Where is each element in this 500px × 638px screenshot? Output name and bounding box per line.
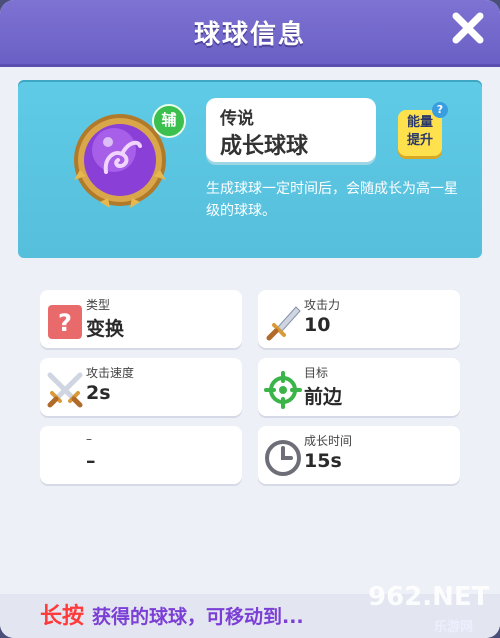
panel-header: 球球信息 xyxy=(0,0,500,67)
ball-description: 生成球球一定时间后，会随成长为高一星级的球球。 xyxy=(206,181,458,219)
stat-card-target: 目标 前边 xyxy=(258,358,460,416)
ball-info-panel: 球球信息 辅 传说 成长球球 能量 提升 ? 生成球球一定时间后，会随成长为高一… xyxy=(0,0,500,638)
stat-card-growth-time: 成长时间 15s xyxy=(258,426,460,484)
stat-value: 前边 xyxy=(304,386,343,408)
stat-card-attack: 攻击力 10 xyxy=(258,290,460,348)
question-mark-icon: ? xyxy=(46,303,84,341)
clock-icon xyxy=(264,439,302,477)
stat-value: 2s xyxy=(86,382,111,404)
ball-name: 成长球球 xyxy=(220,134,309,159)
crossed-swords-icon xyxy=(46,371,84,409)
stat-value: – xyxy=(86,450,96,472)
stat-label: 攻击力 xyxy=(304,298,341,312)
close-button[interactable] xyxy=(448,8,488,48)
ball-name-box: 传说 成长球球 xyxy=(206,98,376,162)
help-icon[interactable]: ? xyxy=(432,102,448,118)
target-icon xyxy=(264,371,302,409)
close-icon xyxy=(452,12,484,44)
stat-value: 10 xyxy=(304,314,331,336)
stat-label: 类型 xyxy=(86,298,111,312)
support-badge: 辅 xyxy=(152,104,186,138)
stat-value: 变换 xyxy=(86,318,125,340)
hint-text: 获得的球球，可移动到... xyxy=(92,606,304,628)
stat-card-attack-speed: 攻击速度 2s xyxy=(40,358,242,416)
stat-label: 攻击速度 xyxy=(86,366,135,380)
ball-info-card: 辅 传说 成长球球 能量 提升 ? 生成球球一定时间后，会随成长为高一星级的球球… xyxy=(18,80,482,258)
stat-value: 15s xyxy=(304,450,342,472)
watermark-site: 乐游网 xyxy=(434,620,474,635)
stat-label: – xyxy=(86,432,92,446)
sword-icon xyxy=(264,303,302,341)
energy-boost-label-2: 提升 xyxy=(406,133,433,148)
watermark: 962.NET 乐游网 xyxy=(368,582,500,638)
stat-label: 目标 xyxy=(304,366,329,380)
stat-card-type: ? 类型 变换 xyxy=(40,290,242,348)
stat-card-empty: – – xyxy=(40,426,242,484)
watermark-text: 962.NET xyxy=(368,582,490,612)
ball-rarity: 传说 xyxy=(220,109,254,129)
svg-text:?: ? xyxy=(58,309,72,337)
stat-label: 成长时间 xyxy=(304,434,353,448)
hint-key-text: 长按 xyxy=(40,604,85,629)
panel-title: 球球信息 xyxy=(193,20,306,50)
